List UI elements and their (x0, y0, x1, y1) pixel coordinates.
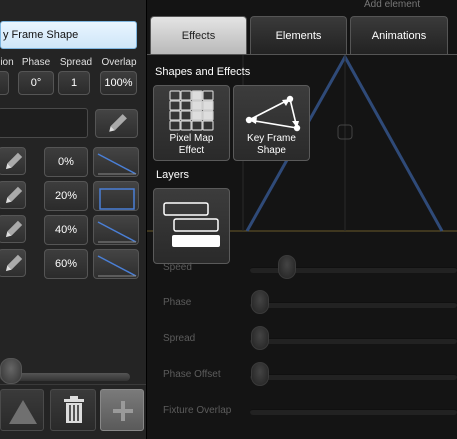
timeline-knob[interactable] (0, 358, 22, 384)
keyframe-row[interactable]: 40% (0, 215, 146, 245)
shapes-and-effects-title: Shapes and Effects (155, 66, 251, 78)
fixture-overlap-label: Fixture Overlap (163, 405, 232, 416)
phase-label: Phase (163, 297, 192, 308)
spread-label: Spread (163, 333, 196, 344)
keyframe-row[interactable]: 20% (0, 181, 146, 211)
key-frame-shape-button[interactable]: Key Frame Shape (233, 85, 310, 161)
tab-animations[interactable]: Animations (350, 16, 448, 54)
edit-row-button[interactable] (0, 181, 26, 209)
row-percent-button[interactable]: 60% (44, 249, 88, 279)
layers-title: Layers (156, 169, 190, 181)
column-header-overlap: Overlap (101, 57, 137, 68)
pencil-icon (5, 186, 23, 204)
move-up-button[interactable] (0, 389, 44, 431)
keyframe-row[interactable]: 60% (0, 249, 146, 279)
phase-slider-knob[interactable] (251, 290, 269, 314)
plus-icon (113, 401, 133, 421)
pencil-icon (109, 114, 127, 132)
delete-button[interactable] (50, 389, 96, 431)
overlap-button[interactable]: 100% (100, 71, 137, 95)
row-percent-button[interactable]: 20% (44, 181, 88, 211)
spread-button[interactable]: 1 (58, 71, 90, 95)
speed-slider-knob[interactable] (278, 255, 296, 279)
phase-offset-label: Phase Offset (163, 369, 221, 380)
pencil-icon (5, 152, 23, 170)
column-header-phase: Phase (21, 57, 51, 68)
phase-offset-slider-knob[interactable] (251, 362, 269, 386)
tab-elements[interactable]: Elements (250, 16, 347, 54)
duration-button[interactable] (0, 71, 9, 95)
speed-label: Speed (163, 262, 192, 273)
keyframe-icon (245, 95, 301, 132)
trash-icon (64, 396, 84, 423)
phase-offset-slider[interactable] (250, 374, 457, 380)
edit-row-button[interactable] (0, 215, 26, 243)
linear-curve-icon (97, 255, 137, 277)
row-percent-button[interactable]: 0% (44, 147, 88, 177)
edit-shape-button[interactable] (95, 109, 138, 138)
pencil-icon (5, 254, 23, 272)
phase-slider[interactable] (250, 302, 457, 308)
edit-row-button[interactable] (0, 147, 26, 175)
keyframe-value-field[interactable] (0, 108, 88, 138)
divider (0, 384, 146, 385)
edit-row-button[interactable] (0, 249, 26, 277)
pixel-map-effect-button[interactable]: Pixel Map Effect (153, 85, 230, 161)
linear-curve-icon (97, 153, 137, 175)
keyframe-row[interactable]: 0% (0, 147, 146, 177)
curve-button[interactable] (93, 215, 139, 245)
spread-slider-knob[interactable] (251, 326, 269, 350)
curve-button[interactable] (93, 249, 139, 279)
pencil-icon (5, 220, 23, 238)
tab-underline (147, 54, 457, 55)
left-panel: y Frame Shape ion Phase Spread Overlap 0… (0, 0, 146, 439)
curve-button[interactable] (93, 181, 139, 211)
key-frame-shape-label: Key Frame Shape (247, 133, 296, 156)
fixture-overlap-slider[interactable] (250, 409, 457, 415)
layers-button[interactable] (153, 188, 230, 264)
curve-button[interactable] (93, 147, 139, 177)
spread-slider[interactable] (250, 338, 457, 344)
row-percent-button[interactable]: 40% (44, 215, 88, 245)
pixel-map-effect-label: Pixel Map Effect (169, 133, 214, 156)
column-header-spread: Spread (59, 57, 93, 68)
column-header-duration: ion (0, 57, 14, 68)
grid-icon (169, 90, 214, 131)
triangle-up-icon (9, 400, 37, 424)
phase-button[interactable]: 0° (18, 71, 54, 95)
shape-name-field[interactable]: y Frame Shape (0, 21, 137, 49)
layers-icon (163, 202, 220, 247)
add-keyframe-button[interactable] (100, 389, 144, 431)
tab-effects[interactable]: Effects (150, 16, 247, 54)
linear-curve-icon (97, 221, 137, 243)
linear-curve-icon (99, 188, 135, 210)
